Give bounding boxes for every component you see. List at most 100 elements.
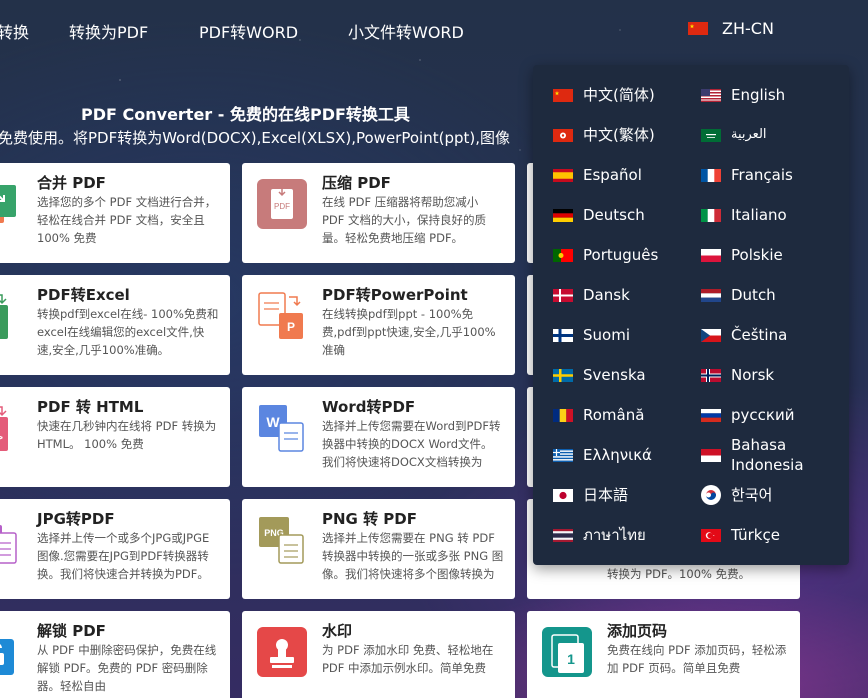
nav-link-pdf-to-word[interactable]: PDF转WORD [199,19,298,43]
dk-flag-icon [553,288,573,302]
lang-option-no[interactable]: Norsk [701,365,774,385]
top-nav: 转换 转换为PDF PDF转WORD 小文件转WORD ZH-CN [0,0,868,60]
tool-card-pdf-to-html[interactable]: </> PDF 转 HTML 快速在几秒钟内在线将 PDF 转换为 HTML。 … [0,387,230,487]
lang-option-ja[interactable]: 日本語 [553,485,628,505]
card-title: PDF转PowerPoint [322,286,468,304]
lang-option-tr[interactable]: Türkçe [701,525,780,545]
nav-link-small-file-to-word[interactable]: 小文件转WORD [348,19,464,43]
card-title: 压缩 PDF [322,174,391,192]
lang-option-ko[interactable]: 한국어 [701,485,772,505]
lang-option-sv[interactable]: Svenska [553,365,646,385]
card-title: 水印 [322,622,353,640]
fi-flag-icon [553,328,573,342]
card-description: 选择并上传一个或多个JPG或JPGE图像.您需要在JPG到PDF转换器转换。我们… [37,531,210,581]
svg-text:1: 1 [567,651,575,667]
tr-flag-icon [701,528,721,542]
card-title: PDF 转 HTML [37,398,144,416]
se-flag-icon [553,368,573,382]
card-title: Word转PDF [322,398,416,416]
tool-card-merge-pdf[interactable]: 合并 PDF 选择您的多个 PDF 文档进行合并，轻松在线合并 PDF 文档，安… [0,163,230,263]
pdf-to-excel-icon: E [0,294,8,339]
us-flag-icon [701,88,721,102]
svg-text:P: P [287,320,295,334]
png-to-pdf-icon: PNG [259,517,304,564]
card-description: 选择并上传您需要在 PNG 转 PDF 转换器中转换的一张或多张 PNG 图像。… [322,531,504,581]
gr-flag-icon [553,448,573,462]
card-description: 在线 PDF 压缩器将帮助您减小 PDF 文档的大小，保持良好的质量。轻松免费地… [322,195,487,245]
tool-card-compress-pdf[interactable]: PDF 压缩 PDF 在线 PDF 压缩器将帮助您减小 PDF 文档的大小，保持… [242,163,515,263]
lang-option-zh-cn[interactable]: 中文(简体) [553,85,655,105]
current-language-label: ZH-CN [722,19,774,38]
fr-flag-icon [701,168,721,182]
lang-option-it[interactable]: Italiano [701,205,787,225]
svg-text:PDF: PDF [274,202,290,211]
th-flag-icon [553,528,573,542]
lang-option-zh-tw[interactable]: 中文(繁体) [553,125,655,145]
tool-card-png-to-pdf[interactable]: PNG PNG 转 PDF 选择并上传您需要在 PNG 转 PDF 转换器中转换… [242,499,515,599]
page-title: PDF Converter - 免费的在线PDF转换工具 [81,105,410,124]
language-dropdown: 中文(简体) English 中文(繁体) العربية Español Fr… [533,65,849,565]
card-description: 转换为 PDF。100% 免费。 [607,567,751,581]
card-description: 快速在几秒钟内在线将 PDF 转换为 HTML。 100% 免费 [37,419,217,451]
card-description: 为 PDF 添加水印 免费、轻松地在 PDF 中添加示例水印。简单免费 [322,643,494,675]
page-subtitle: 免费使用。将PDF转换为Word(DOCX),Excel(XLSX),Power… [0,129,510,147]
tool-card-unlock-pdf[interactable]: 解锁 PDF 从 PDF 中删除密码保护，免费在线解锁 PDF。免费的 PDF … [0,611,230,698]
lang-option-pt[interactable]: Português [553,245,658,265]
watermark-icon [257,627,307,677]
tool-card-watermark[interactable]: 水印 为 PDF 添加水印 免费、轻松地在 PDF 中添加示例水印。简单免费 [242,611,515,698]
pdf-to-powerpoint-icon: P [258,292,303,339]
jpg-to-pdf-icon [0,525,17,564]
tool-card-jpg-to-pdf[interactable]: JPG转PDF 选择并上传一个或多个JPG或JPGE图像.您需要在JPG到PDF… [0,499,230,599]
lang-option-da[interactable]: Dansk [553,285,630,305]
unlock-pdf-icon [0,639,14,675]
cz-flag-icon [701,328,721,342]
card-title: 解锁 PDF [37,622,106,640]
cn-flag-icon [553,88,573,102]
lang-option-pl[interactable]: Polskie [701,245,783,265]
tool-card-add-page-numbers[interactable]: 1 添加页码 免费在线向 PDF 添加页码，轻松添加 PDF 页码。简单且免费 [527,611,800,698]
kr-flag-icon [701,485,721,505]
compress-pdf-icon: PDF [257,179,307,229]
svg-text:</>: </> [0,433,3,445]
card-description: 免费在线向 PDF 添加页码，轻松添加 PDF 页码。简单且免费 [607,643,787,675]
pl-flag-icon [701,248,721,262]
lang-option-nl[interactable]: Dutch [701,285,776,305]
card-title: 添加页码 [607,622,668,640]
hk-flag-icon [553,128,573,142]
lang-option-de[interactable]: Deutsch [553,205,645,225]
cn-flag-icon [688,22,708,35]
lang-option-el[interactable]: Ελληνικά [553,445,652,465]
lang-option-ar[interactable]: العربية [701,125,767,145]
jp-flag-icon [553,488,573,502]
lang-option-fi[interactable]: Suomi [553,325,630,345]
ru-flag-icon [701,408,721,422]
pt-flag-icon [553,248,573,262]
lang-option-fr[interactable]: Français [701,165,793,185]
card-title: JPG转PDF [37,510,115,528]
lang-option-cs[interactable]: Čeština [701,325,787,345]
lang-option-ru[interactable]: русский [701,405,794,425]
card-description: 在线转换pdf到ppt - 100%免费,pdf到ppt快速,安全,几乎100%… [322,307,496,357]
card-description: 选择并上传您需要在Word到PDF转换器中转换的DOCX Word文件。我们将快… [322,419,501,469]
lang-option-id[interactable]: Bahasa Indonesia [701,435,811,475]
card-description: 选择您的多个 PDF 文档进行合并，轻松在线合并 PDF 文档，安全且 100%… [37,195,217,245]
de-flag-icon [553,208,573,222]
lang-option-es[interactable]: Español [553,165,642,185]
card-description: 从 PDF 中删除密码保护，免费在线解锁 PDF。免费的 PDF 密码删除器。轻… [37,643,217,693]
nav-link-to-pdf[interactable]: 转换为PDF [69,19,148,43]
card-title: PDF转Excel [37,286,130,304]
nav-link-convert[interactable]: 转换 [0,19,29,43]
sa-flag-icon [701,128,721,142]
language-selector[interactable]: ZH-CN [688,19,774,38]
lang-option-th[interactable]: ภาษาไทย [553,525,646,545]
lang-option-en[interactable]: English [701,85,785,105]
lang-option-ro[interactable]: Română [553,405,644,425]
card-title: PNG 转 PDF [322,510,417,528]
word-to-pdf-icon: W [259,405,304,452]
tool-card-pdf-to-excel[interactable]: E PDF转Excel 转换pdf到excel在线- 100%免费和excel在… [0,275,230,375]
merge-pdf-icon [0,185,16,223]
tool-card-word-to-pdf[interactable]: W Word转PDF 选择并上传您需要在Word到PDF转换器中转换的DOCX … [242,387,515,487]
tool-card-pdf-to-powerpoint[interactable]: P PDF转PowerPoint 在线转换pdf到ppt - 100%免费,pd… [242,275,515,375]
no-flag-icon [701,368,721,382]
page-number-icon: 1 [542,627,592,677]
